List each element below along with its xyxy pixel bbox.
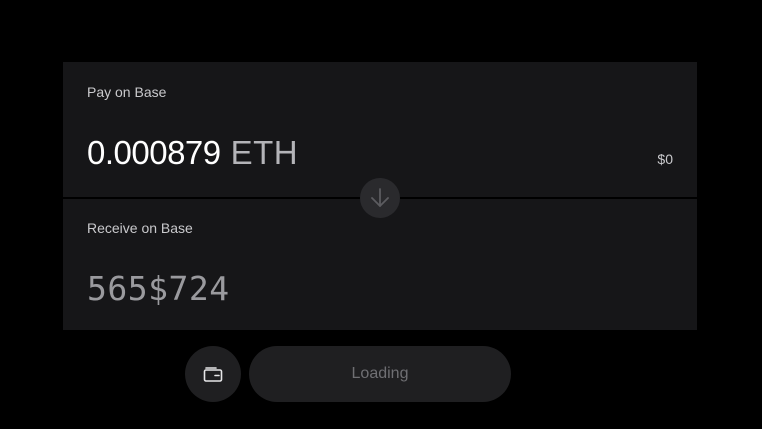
pay-amount-row: 0.000879 ETH	[87, 134, 298, 172]
wallet-button[interactable]	[185, 346, 241, 402]
pay-amount-input[interactable]: 0.000879	[87, 134, 221, 172]
arrow-down-icon	[371, 188, 389, 207]
swap-card: Pay on Base 0.000879 ETH $0 Receive on B…	[63, 62, 697, 330]
loading-button[interactable]: Loading	[249, 346, 511, 402]
pay-token-symbol: ETH	[230, 134, 299, 171]
receive-label: Receive on Base	[87, 220, 193, 236]
pay-label: Pay on Base	[87, 84, 167, 100]
pay-panel: Pay on Base 0.000879 ETH $0	[63, 62, 697, 197]
pay-usd-value: $0	[657, 151, 673, 167]
receive-panel: Receive on Base 565$724	[63, 199, 697, 330]
wallet-icon	[203, 367, 223, 382]
swap-direction-button[interactable]	[360, 178, 400, 218]
receive-amount: 565$724	[87, 269, 230, 308]
